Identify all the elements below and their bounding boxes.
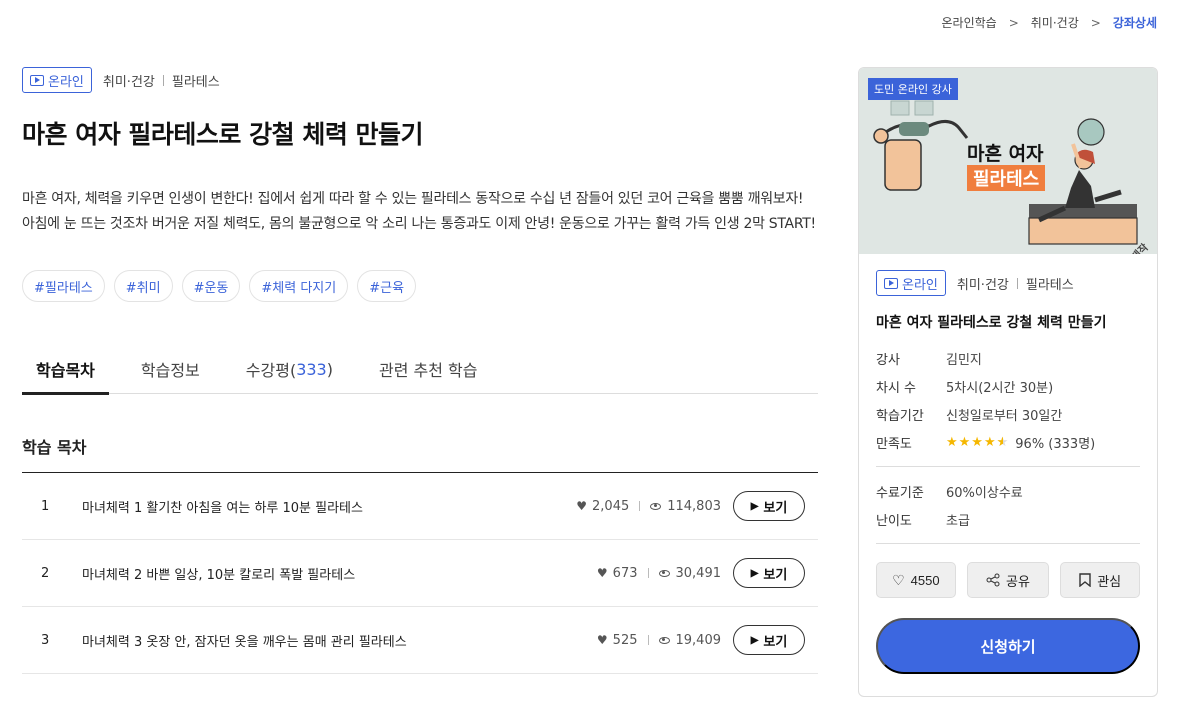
online-badge: 온라인 <box>876 270 946 296</box>
share-icon <box>986 573 1000 587</box>
heart-outline-icon: ♡ <box>892 571 905 588</box>
table-row: 3 마녀체력 3 옷장 안, 잠자던 옷을 깨우는 몸매 관리 필라테스 ♥ 5… <box>22 607 818 674</box>
review-count: 333 <box>296 359 327 379</box>
play-icon: ▶ <box>750 634 759 646</box>
card-body: 온라인 취미·건강 필라테스 마흔 여자 필라테스로 강철 체력 만들기 강사 … <box>859 254 1157 674</box>
lesson-views: 30,491 <box>675 565 722 581</box>
online-badge-label: 온라인 <box>48 74 84 90</box>
tab-reviews[interactable]: 수강평(333) <box>232 344 347 394</box>
card-title: 마흔 여자 필라테스로 강철 체력 만들기 <box>876 315 1107 331</box>
info-row-rating: 만족도 ★★★★★★ 96% (333명) <box>876 434 1096 452</box>
info-row-sessions: 차시 수 5차시(2시간 30분) <box>876 380 1054 396</box>
course-main: 온라인 취미·건강 필라테스 마흔 여자 필라테스로 강철 체력 만들기 마흔 … <box>22 67 818 674</box>
lesson-likes: 673 <box>612 565 638 581</box>
table-row: 1 마녀체력 1 활기찬 아침을 여는 하루 10분 필라테스 ♥ 2,045 … <box>22 473 818 540</box>
tag-pilates[interactable]: #필라테스 <box>22 270 105 302</box>
share-button[interactable]: 공유 <box>966 562 1050 598</box>
lesson-title: 마녀체력 1 활기찬 아침을 여는 하루 10분 필라테스 <box>82 500 363 516</box>
course-description: 마흔 여자, 체력을 키우면 인생이 변한다! 집에서 쉽게 따라 할 수 있는… <box>22 191 816 232</box>
star-rating-icon: ★★★★★★ <box>946 434 1010 450</box>
divider <box>647 568 649 578</box>
lesson-title: 마녀체력 2 바쁜 일상, 10분 칼로리 폭발 필라테스 <box>82 567 356 583</box>
eye-icon <box>658 569 670 577</box>
lesson-likes: 2,045 <box>592 498 630 514</box>
divider <box>1016 277 1018 289</box>
category-primary: 취미·건강 <box>956 277 1009 293</box>
bookmark-icon <box>1079 573 1091 587</box>
course-info: 강사 김민지 차시 수 5차시(2시간 30분) 학습기간 신청일로부터 30일… <box>876 344 1140 456</box>
tag-exercise[interactable]: #운동 <box>181 270 241 302</box>
tab-contents[interactable]: 학습목차 <box>22 344 109 395</box>
tab-info[interactable]: 학습정보 <box>127 344 214 394</box>
breadcrumb-item-online[interactable]: 온라인학습 <box>942 14 997 31</box>
lesson-stats: ♥ 673 30,491 <box>597 566 721 581</box>
info-row-period: 학습기간 신청일로부터 30일간 <box>876 408 1063 424</box>
info-row-completion: 수료기준 60%이상수료 <box>876 485 1023 501</box>
lesson-likes: 525 <box>612 632 638 648</box>
thumbnail-title-line1: 마흔 여자 <box>967 143 1044 165</box>
online-badge-label: 온라인 <box>902 277 938 293</box>
tag-hobby[interactable]: #취미 <box>113 270 173 302</box>
bookmark-button[interactable]: 관심 <box>1060 562 1140 598</box>
like-button[interactable]: ♡ 4550 <box>876 562 956 598</box>
info-row-difficulty: 난이도 초급 <box>876 513 970 529</box>
heart-icon: ♥ <box>576 499 588 513</box>
heart-icon: ♥ <box>596 633 608 647</box>
tab-bar: 학습목차 학습정보 수강평(333) 관련 추천 학습 <box>22 344 818 395</box>
tag-list: #필라테스 #취미 #운동 #체력 다지기 #근육 <box>22 270 818 302</box>
tab-related[interactable]: 관련 추천 학습 <box>365 344 492 394</box>
play-icon: ▶ <box>750 500 759 512</box>
lesson-stats: ♥ 525 19,409 <box>597 633 721 648</box>
course-info-2: 수료기준 60%이상수료 난이도 초급 <box>876 477 1140 533</box>
chevron-right-icon: > <box>1008 15 1019 30</box>
info-row-instructor: 강사 김민지 <box>876 352 982 368</box>
course-summary-card: 도민 온라인 강사 마흔 여자 필라테스 GSEEK 제작 온라인 취미·건강 … <box>858 67 1158 697</box>
heart-icon: ♥ <box>596 566 608 580</box>
apply-button[interactable]: 신청하기 <box>876 618 1140 674</box>
eye-icon <box>650 502 662 510</box>
lesson-number: 1 <box>41 498 50 514</box>
play-icon <box>30 74 44 86</box>
divider <box>639 501 641 511</box>
lesson-number: 2 <box>41 565 50 581</box>
play-icon: ▶ <box>750 567 759 579</box>
course-thumbnail: 도민 온라인 강사 마흔 여자 필라테스 GSEEK 제작 <box>859 68 1157 254</box>
play-icon <box>884 277 898 289</box>
lesson-number: 3 <box>41 632 50 648</box>
divider <box>647 635 649 645</box>
lesson-title: 마녀체력 3 옷장 안, 잠자던 옷을 깨우는 몸매 관리 필라테스 <box>82 634 407 650</box>
table-row: 2 마녀체력 2 바쁜 일상, 10분 칼로리 폭발 필라테스 ♥ 673 30… <box>22 540 818 607</box>
thumbnail-badge: 도민 온라인 강사 <box>868 78 958 100</box>
lesson-views: 19,409 <box>675 632 722 648</box>
action-row: ♡ 4550 공유 관심 <box>876 562 1140 598</box>
divider <box>876 543 1140 544</box>
page-title: 마흔 여자 필라테스로 강철 체력 만들기 <box>22 120 424 149</box>
breadcrumb-item-hobby[interactable]: 취미·건강 <box>1031 14 1079 31</box>
category-primary: 취미·건강 <box>102 74 155 90</box>
card-category-row: 온라인 취미·건강 필라테스 <box>876 270 1140 296</box>
divider <box>162 74 164 86</box>
toc-title: 학습 목차 <box>22 434 818 473</box>
chevron-right-icon: > <box>1090 15 1101 30</box>
tag-fitness[interactable]: #체력 다지기 <box>249 270 349 302</box>
breadcrumb-item-current: 강좌상세 <box>1112 16 1157 30</box>
thumbnail-title-line2: 필라테스 <box>967 165 1046 191</box>
lesson-stats: ♥ 2,045 114,803 <box>576 499 721 514</box>
online-badge: 온라인 <box>22 67 92 93</box>
breadcrumb: 온라인학습 > 취미·건강 > 강좌상세 <box>942 14 1157 31</box>
category-secondary: 필라테스 <box>171 74 220 90</box>
view-button[interactable]: ▶ 보기 <box>733 558 805 588</box>
divider <box>876 466 1140 467</box>
category-row: 온라인 취미·건강 필라테스 <box>22 67 818 93</box>
rating-value: 96% (333명) <box>1015 436 1096 452</box>
view-button[interactable]: ▶ 보기 <box>733 491 805 521</box>
tag-muscle[interactable]: #근육 <box>357 270 417 302</box>
eye-icon <box>658 636 670 644</box>
lesson-views: 114,803 <box>667 498 721 514</box>
category-secondary: 필라테스 <box>1025 277 1074 293</box>
view-button[interactable]: ▶ 보기 <box>733 625 805 655</box>
